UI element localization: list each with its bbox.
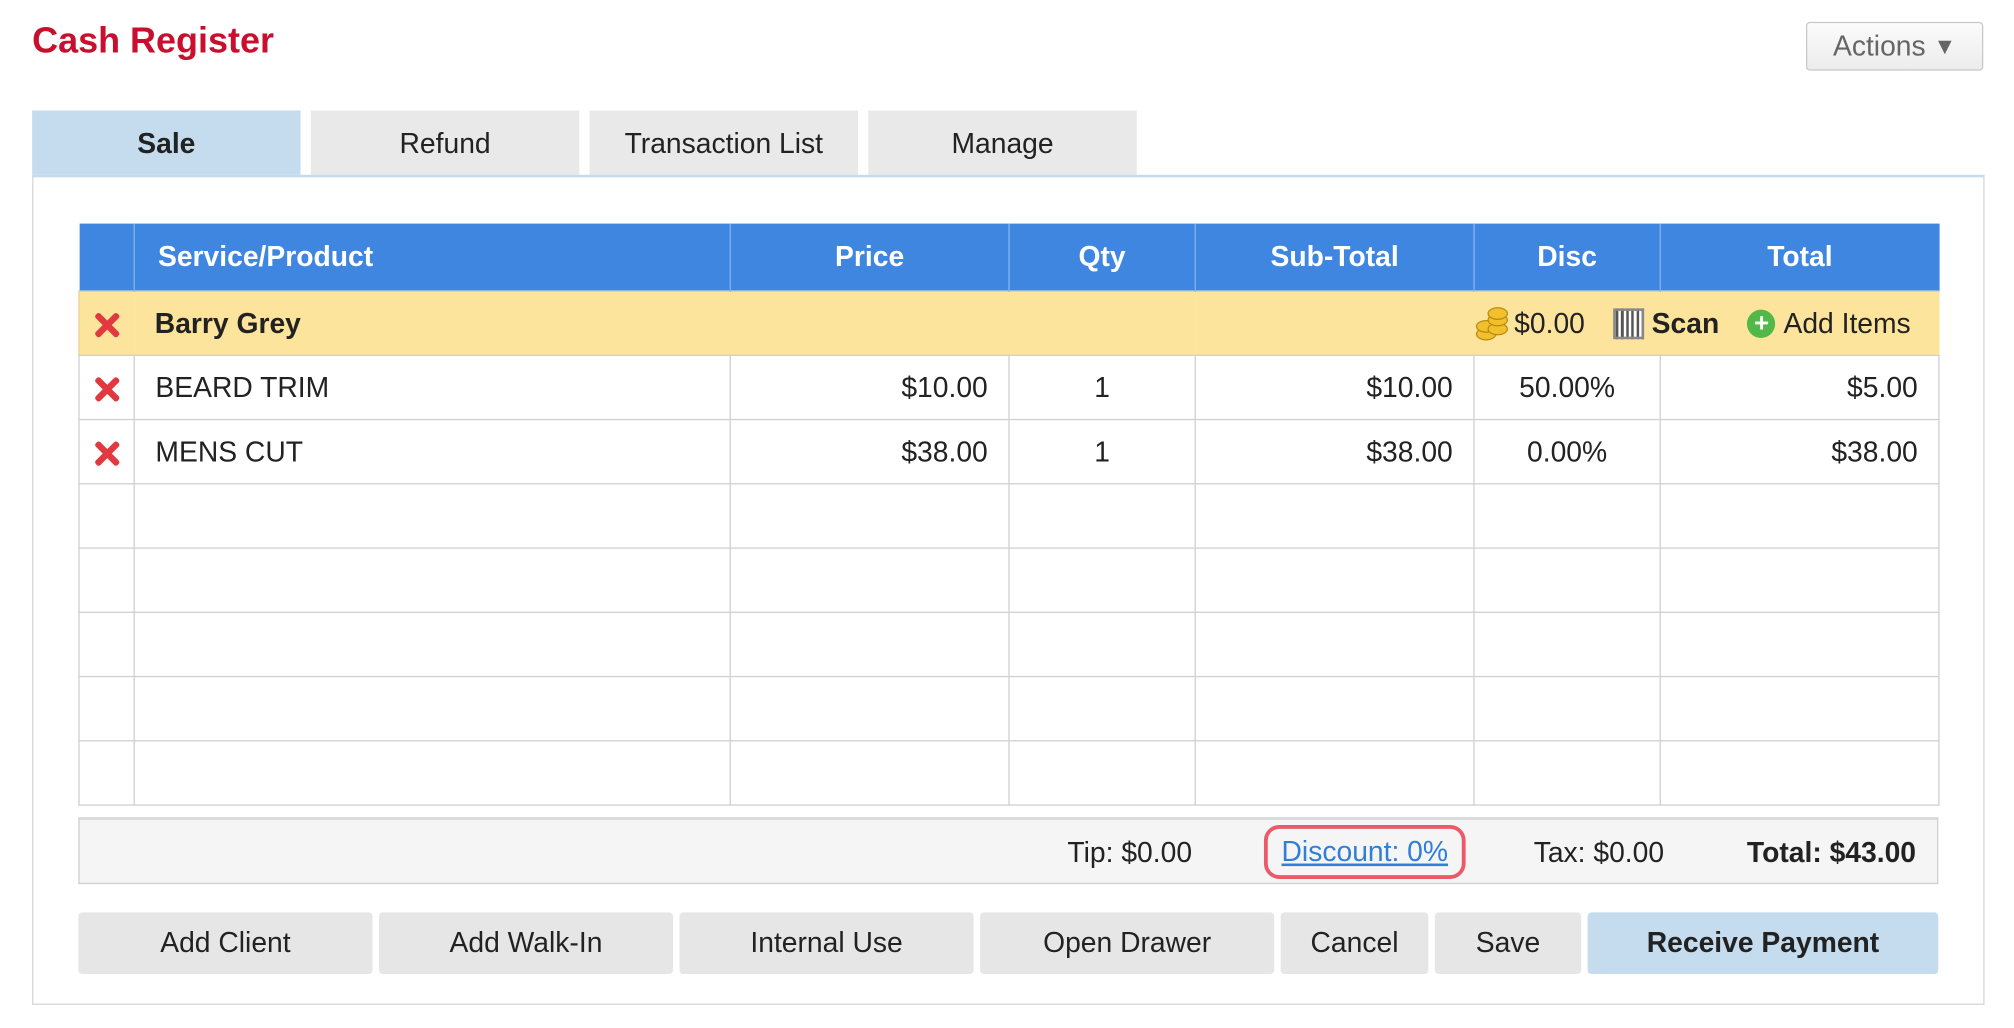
internal-use-button[interactable]: Internal Use <box>679 912 974 975</box>
client-tools-cell: $0.00 Scan + Add Items <box>1195 290 1939 356</box>
client-row: Barry Grey $0.00 Scan + Add Items <box>78 290 1939 356</box>
item-total: $5.00 <box>1659 354 1940 421</box>
receive-payment-button[interactable]: Receive Payment <box>1587 912 1939 975</box>
column-header-subtotal: Sub-Total <box>1194 223 1474 292</box>
empty-row <box>78 483 1940 549</box>
column-header-disc: Disc <box>1473 223 1661 292</box>
remove-client-icon[interactable] <box>92 309 123 340</box>
tab-sale[interactable]: Sale <box>32 110 301 178</box>
caret-down-icon: ▼ <box>1933 32 1957 59</box>
item-name: MENS CUT <box>133 418 731 485</box>
column-header-delete <box>78 223 135 292</box>
item-subtotal: $10.00 <box>1194 354 1475 421</box>
remove-item-icon[interactable] <box>91 438 122 469</box>
tab-manage[interactable]: Manage <box>868 110 1137 178</box>
item-disc[interactable]: 0.00% <box>1473 418 1661 485</box>
item-total: $38.00 <box>1659 418 1940 485</box>
discount-highlight: Discount: 0% <box>1263 824 1466 879</box>
add-walk-in-button[interactable]: Add Walk-In <box>378 912 674 975</box>
actions-dropdown-button[interactable]: Actions ▼ <box>1806 21 1984 71</box>
discount-link[interactable]: Discount: 0% <box>1282 835 1449 868</box>
item-price[interactable]: $10.00 <box>729 354 1010 421</box>
empty-row <box>78 740 1940 806</box>
coins-icon <box>1475 306 1508 340</box>
empty-row <box>78 611 1940 678</box>
scan-button[interactable]: Scan <box>1613 306 1719 339</box>
column-header-price: Price <box>729 223 1009 292</box>
scan-label: Scan <box>1651 306 1720 339</box>
remove-item-icon[interactable] <box>91 373 122 404</box>
column-header-service-product: Service/Product <box>133 223 731 292</box>
open-drawer-button[interactable]: Open Drawer <box>980 912 1275 975</box>
plus-circle-icon: + <box>1747 309 1776 338</box>
page-title: Cash Register <box>32 20 274 61</box>
item-qty[interactable]: 1 <box>1008 354 1196 421</box>
item-disc[interactable]: 50.00% <box>1473 354 1661 421</box>
tab-transaction-list[interactable]: Transaction List <box>589 110 859 178</box>
item-subtotal: $38.00 <box>1194 418 1475 485</box>
tab-bar: Sale Refund Transaction List Manage <box>32 110 1137 178</box>
empty-row <box>78 547 1940 613</box>
empty-row <box>78 675 1940 742</box>
tip-amount[interactable]: Tip: $0.00 <box>1067 837 1192 870</box>
item-qty[interactable]: 1 <box>1008 418 1196 485</box>
client-balance-value: $0.00 <box>1514 306 1585 339</box>
totals-summary-bar: Tip: $0.00 Discount: 0% Tax: $0.00 Total… <box>78 817 1939 885</box>
tab-refund[interactable]: Refund <box>310 110 580 178</box>
row-delete-cell <box>78 418 135 485</box>
item-name: BEARD TRIM <box>133 354 731 421</box>
grand-total: Total: $43.00 <box>1746 836 1917 869</box>
add-items-button[interactable]: + Add Items <box>1747 306 1911 339</box>
table-row[interactable]: BEARD TRIM $10.00 1 $10.00 50.00% $5.00 <box>78 354 1940 421</box>
column-header-qty: Qty <box>1008 223 1196 292</box>
add-items-label: Add Items <box>1783 306 1911 339</box>
tax-amount: Tax: $0.00 <box>1533 836 1665 869</box>
row-delete-cell <box>78 354 135 421</box>
actions-label: Actions <box>1832 29 1926 62</box>
table-header-row: Service/Product Price Qty Sub-Total Disc… <box>78 223 1939 292</box>
save-button[interactable]: Save <box>1434 912 1582 975</box>
item-price[interactable]: $38.00 <box>729 418 1010 485</box>
sale-items-table: Service/Product Price Qty Sub-Total Disc… <box>78 223 1940 806</box>
table-row[interactable]: MENS CUT $38.00 1 $38.00 0.00% $38.00 <box>78 418 1940 485</box>
column-header-total: Total <box>1659 223 1939 292</box>
client-name[interactable]: Barry Grey <box>134 290 1196 356</box>
add-client-button[interactable]: Add Client <box>78 912 373 975</box>
client-balance[interactable]: $0.00 <box>1475 306 1585 340</box>
cancel-button[interactable]: Cancel <box>1280 912 1429 975</box>
barcode-icon <box>1613 307 1644 339</box>
client-delete-cell <box>78 290 135 356</box>
cash-register-screen: Cash Register Actions ▼ Sale Refund Tran… <box>0 0 2014 1028</box>
